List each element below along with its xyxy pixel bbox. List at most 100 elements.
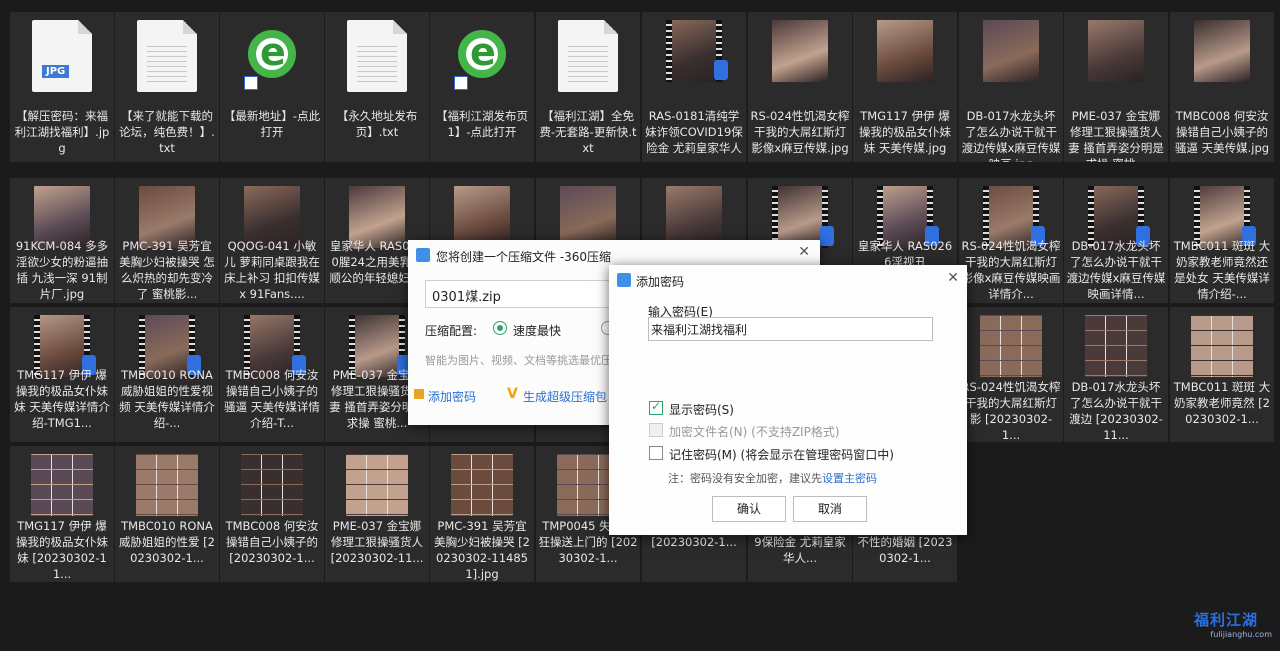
file-item[interactable]: QQOG-041 小敏儿 萝莉同桌跟我在床上补习 扣扣传媒 x 91Fans..… xyxy=(220,178,324,303)
file-name: 【来了就能下载的论坛，纯色费！】.txt xyxy=(119,109,215,155)
file-item[interactable]: TMG117 伊伊 爆操我的极品女仆妹妹 天美传媒.jpg xyxy=(853,12,957,162)
file-item[interactable]: 【福利江湖】全免费-无套路-更新快.txt xyxy=(536,12,640,162)
watermark-title: 福利江湖 xyxy=(1194,611,1259,629)
speed-radio[interactable] xyxy=(493,321,507,335)
text-file-icon xyxy=(137,20,197,92)
watermark-logo: 福利江湖 fulijianghu.com xyxy=(1194,609,1272,639)
add-password-label: 添加密码 xyxy=(428,390,477,404)
lock-icon xyxy=(414,389,424,399)
file-name: RS-024性饥渴女榨干我的大屌红斯灯影像x麻豆传媒映画详情介... xyxy=(961,239,1061,301)
file-item[interactable]: DB-017水龙头坏了怎么办说干就干渡边 [20230302-11... xyxy=(1064,307,1168,442)
file-name: TMG117 伊伊 爆操我的极品女仆妹妹 天美传媒详情介绍-TMG1... xyxy=(14,368,110,430)
v-icon: V xyxy=(507,386,518,402)
speed-option-label[interactable]: 速度最快 xyxy=(513,322,561,339)
super-zip-label: 生成超级压缩包 xyxy=(523,390,608,404)
file-item[interactable]: TMBC011 斑斑 大奶家教老师竟然还是处女 天美传媒详情介绍-... xyxy=(1170,178,1274,303)
file-name: RAS-0181清纯学妹诈领COVID19保险金 尤莉皇家华人 ... xyxy=(645,109,743,162)
ok-button[interactable]: 确认 xyxy=(712,496,786,522)
file-item[interactable]: TMBC010 RONA 威胁姐姐的性爱 [20230302-1... xyxy=(115,446,219,582)
file-item[interactable]: PME-037 金宝娜 修理工狠操骚货人 [20230302-11... xyxy=(325,446,429,582)
file-name: TMBC008 何安汝 操错自己小姨子的骚逼 天美传媒详情介绍-T... xyxy=(224,368,320,430)
file-name: RS-024性饥渴女榨干我的大屌红斯灯影 [20230302-1... xyxy=(961,380,1061,442)
file-item[interactable]: PMC-391 吴芳宜 美胸少妇被操哭 [20230302-114851].jp… xyxy=(430,446,534,582)
collage-thumb-icon xyxy=(136,454,198,516)
file-name: 【永久地址发布页】.txt xyxy=(336,109,418,139)
file-item[interactable]: 【最新地址】-点此打开 xyxy=(220,12,324,162)
show-password-checkbox[interactable] xyxy=(649,399,663,415)
file-name: DB-017水龙头坏了怎么办说干就干渡边 [20230302-11... xyxy=(1069,380,1163,442)
collage-thumb-icon xyxy=(980,315,1042,377)
collage-thumb-icon xyxy=(346,454,408,516)
file-item[interactable]: JPG 【解压密码：来福利江湖找福利】.jpg xyxy=(10,12,114,162)
file-item[interactable]: TMG117 伊伊 爆操我的极品女仆妹妹 [20230302-11... xyxy=(10,446,114,582)
file-item[interactable]: DB-017水龙头坏了怎么办说干就干渡边传媒x麻豆传媒映画详情... xyxy=(1064,178,1168,303)
photo-thumb-icon xyxy=(983,20,1039,82)
photo-thumb-icon xyxy=(877,20,933,82)
photo-thumb-icon xyxy=(1194,20,1250,82)
set-master-password-link[interactable]: 设置主密码 xyxy=(822,472,877,485)
zip-app-icon xyxy=(416,248,430,262)
file-name: PME-037 金宝娜 修理工狠操骚货人 [20230302-11... xyxy=(330,519,424,565)
file-item[interactable]: PME-037 金宝娜 修理工狠操骚货人妻 搔首弄姿分明是求操 蜜桃... xyxy=(1064,12,1168,162)
file-name: 91KCM-084 多多 淫欲少女的粉逼抽插 九浅一深 91制片厂.jpg xyxy=(15,239,109,301)
file-name: PMC-391 吴芳宜 美胸少妇被操哭 [20230302-114851].jp… xyxy=(434,519,530,581)
video-thumb-icon xyxy=(666,20,728,82)
password-dialog: 添加密码 ✕ 输入密码(E) 来福利江湖找福利 显示密码(S) 加密文件名(N)… xyxy=(609,265,967,535)
password-note: 注：密码没有安全加密，建议先设置主密码 xyxy=(668,470,877,486)
add-password-link[interactable]: 添加密码 xyxy=(414,388,477,405)
file-item[interactable]: RS-024性饥渴女榨干我的大屌红斯灯影 [20230302-1... xyxy=(959,307,1063,442)
file-name: DB-017水龙头坏了怎么办说干就干渡边传媒x麻豆传媒映画.jpg xyxy=(961,109,1061,162)
file-name: RS-024性饥渴女榨干我的大屌红斯灯影像x麻豆传媒.jpg xyxy=(750,109,850,155)
photo-thumb-icon xyxy=(1088,20,1144,82)
file-name: TMBC010 RONA 威胁姐姐的性爱视频 天美传媒详情介绍-... xyxy=(119,368,215,430)
file-item[interactable]: 【永久地址发布页】.txt xyxy=(325,12,429,162)
file-item[interactable]: TMBC008 何安汝 操错自己小姨子的骚逼 天美传媒.jpg xyxy=(1170,12,1274,162)
password-close-icon[interactable]: ✕ xyxy=(947,270,959,286)
file-item[interactable]: TMBC008 何安汝 操错自己小姨子的骚逼 天美传媒详情介绍-T... xyxy=(220,307,324,442)
super-zip-link[interactable]: V 生成超级压缩包 xyxy=(507,386,608,405)
remember-password-label[interactable]: 记住密码(M) (将会显示在管理密码窗口中) xyxy=(669,446,894,463)
file-name: PMC-391 吴芳宜 美胸少妇被操哭 怎么炽热的却先变冷了 蜜桃影... xyxy=(119,239,215,301)
file-name: 【解压密码：来福利江湖找福利】.jpg xyxy=(14,109,110,155)
password-input[interactable]: 来福利江湖找福利 xyxy=(648,317,933,341)
note-text: 注：密码没有安全加密，建议先 xyxy=(668,472,822,485)
watermark-url: fulijianghu.com xyxy=(1210,630,1272,639)
file-item[interactable]: RAS-0181清纯学妹诈领COVID19保险金 尤莉皇家华人 ... xyxy=(642,12,746,162)
collage-thumb-icon xyxy=(31,454,93,516)
file-item[interactable]: TMBC011 斑斑 大奶家教老师竟然 [20230302-1... xyxy=(1170,307,1274,442)
photo-thumb-icon xyxy=(772,20,828,82)
photo-thumb-icon xyxy=(666,186,722,248)
show-password-label[interactable]: 显示密码(S) xyxy=(669,401,734,418)
zip-close-icon[interactable]: ✕ xyxy=(798,244,810,260)
file-name: TMG117 伊伊 爆操我的极品女仆妹妹 [20230302-11... xyxy=(16,519,108,581)
file-name: DB-017水龙头坏了怎么办说干就干渡边传媒x麻豆传媒映画详情... xyxy=(1066,239,1166,301)
file-name: TMBC011 斑斑 大奶家教老师竟然 [20230302-1... xyxy=(1173,380,1271,426)
zip-config-label: 压缩配置: xyxy=(425,324,478,338)
file-item[interactable]: 【来了就能下载的论坛，纯色费！】.txt xyxy=(115,12,219,162)
file-item[interactable]: RS-024性饥渴女榨干我的大屌红斯灯影像x麻豆传媒映画详情介... xyxy=(959,178,1063,303)
zip-filename-input[interactable]: 0301煤.zip xyxy=(425,280,615,308)
file-name: TMG117 伊伊 爆操我的极品女仆妹妹 天美传媒.jpg xyxy=(859,109,951,155)
collage-thumb-icon xyxy=(1191,315,1253,377)
file-item[interactable]: 【福利江湖发布页1】-点此打开 xyxy=(430,12,534,162)
file-item[interactable]: RS-024性饥渴女榨干我的大屌红斯灯影像x麻豆传媒.jpg xyxy=(748,12,852,162)
password-app-icon xyxy=(617,273,631,287)
zip-hint: 智能为图片、视频、文档等挑选最优压 xyxy=(425,354,612,367)
file-name: 【最新地址】-点此打开 xyxy=(223,109,321,139)
collage-thumb-icon xyxy=(451,454,513,516)
remember-password-checkbox[interactable] xyxy=(649,446,663,460)
cancel-button[interactable]: 取消 xyxy=(793,496,867,522)
encrypt-filenames-checkbox xyxy=(649,423,663,437)
file-name: TMBC008 何安汝 操错自己小姨子的 [20230302-1... xyxy=(225,519,319,565)
file-item[interactable]: TMBC010 RONA 威胁姐姐的性爱视频 天美传媒详情介绍-... xyxy=(115,307,219,442)
file-name: TMBC010 RONA 威胁姐姐的性爱 [20230302-1... xyxy=(119,519,215,565)
text-file-icon xyxy=(347,20,407,92)
file-item[interactable]: DB-017水龙头坏了怎么办说干就干渡边传媒x麻豆传媒映画.jpg xyxy=(959,12,1063,162)
file-name: 【福利江湖】全免费-无套路-更新快.txt xyxy=(539,109,637,155)
collage-thumb-icon xyxy=(241,454,303,516)
file-item[interactable]: 91KCM-084 多多 淫欲少女的粉逼抽插 九浅一深 91制片厂.jpg xyxy=(10,178,114,303)
file-item[interactable]: TMBC008 何安汝 操错自己小姨子的 [20230302-1... xyxy=(220,446,324,582)
file-item[interactable]: TMG117 伊伊 爆操我的极品女仆妹妹 天美传媒详情介绍-TMG1... xyxy=(10,307,114,442)
photo-thumb-icon xyxy=(454,186,510,248)
file-item[interactable]: PMC-391 吴芳宜 美胸少妇被操哭 怎么炽热的却先变冷了 蜜桃影... xyxy=(115,178,219,303)
